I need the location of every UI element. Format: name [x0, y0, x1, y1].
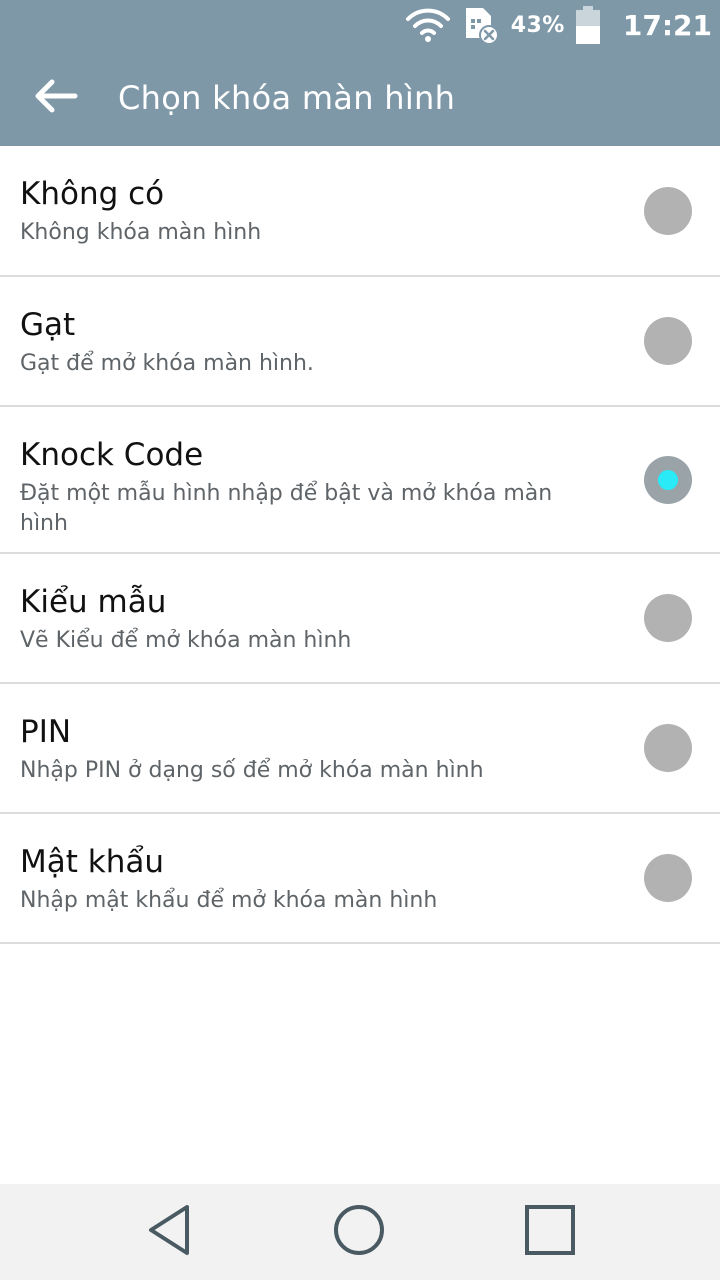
radio-selected-dot — [658, 469, 678, 490]
option-none[interactable]: Không có Không khóa màn hình — [0, 146, 720, 277]
radio-button[interactable] — [644, 317, 692, 365]
option-subtitle: Gạt để mở khóa màn hình. — [20, 351, 314, 376]
radio-button[interactable] — [644, 854, 692, 902]
screen: 43% 17:21 Chọn khóa màn hình Không có Kh… — [0, 0, 720, 1280]
wifi-icon — [405, 7, 451, 43]
recent-apps-square-icon — [524, 1204, 576, 1260]
option-pattern[interactable]: Kiểu mẫu Vẽ Kiểu để mở khóa màn hình — [0, 554, 720, 684]
battery-icon — [575, 5, 601, 45]
sim-no-service-icon — [461, 5, 501, 45]
navigation-bar — [0, 1184, 720, 1280]
radio-button[interactable] — [644, 186, 692, 235]
app-bar: Chọn khóa màn hình — [0, 50, 720, 146]
lock-options-list: Không có Không khóa màn hình Gạt Gạt để … — [0, 146, 720, 944]
battery-percent: 43% — [510, 12, 565, 38]
option-title: Gạt — [20, 307, 76, 343]
option-subtitle: Nhập PIN ở dạng số để mở khóa màn hình — [20, 758, 484, 783]
nav-home-button[interactable] — [299, 1184, 419, 1280]
radio-button-selected[interactable] — [644, 455, 692, 504]
back-button[interactable] — [0, 50, 112, 146]
option-subtitle: Nhập mật khẩu để mở khóa màn hình — [20, 888, 438, 913]
page-title: Chọn khóa màn hình — [118, 79, 456, 117]
option-subtitle: Vẽ Kiểu để mở khóa màn hình — [20, 628, 352, 653]
option-subtitle: Không khóa màn hình — [20, 220, 262, 245]
option-title: PIN — [20, 714, 72, 750]
nav-recent-apps-button[interactable] — [490, 1184, 610, 1280]
option-title: Kiểu mẫu — [20, 584, 167, 620]
option-title: Không có — [20, 176, 165, 212]
option-swipe[interactable]: Gạt Gạt để mở khóa màn hình. — [0, 277, 720, 407]
nav-back-button[interactable] — [110, 1184, 230, 1280]
option-pin[interactable]: PIN Nhập PIN ở dạng số để mở khóa màn hì… — [0, 684, 720, 814]
option-title: Knock Code — [20, 437, 204, 473]
status-bar: 43% 17:21 — [0, 0, 720, 50]
clock: 17:21 — [622, 8, 712, 42]
option-knock-code[interactable]: Knock Code Đặt một mẫu hình nhập để bật … — [0, 407, 720, 554]
option-title: Mật khẩu — [20, 844, 164, 880]
option-subtitle: Đặt một mẫu hình nhập để bật và mở khóa … — [20, 481, 553, 536]
home-circle-icon — [332, 1203, 386, 1261]
top-bar: 43% 17:21 Chọn khóa màn hình — [0, 0, 720, 146]
option-password[interactable]: Mật khẩu Nhập mật khẩu để mở khóa màn hì… — [0, 814, 720, 944]
arrow-left-icon — [33, 78, 79, 118]
radio-button[interactable] — [644, 724, 692, 772]
radio-button[interactable] — [644, 594, 692, 642]
status-icons: 43% 17:21 — [405, 0, 712, 50]
back-triangle-icon — [145, 1203, 195, 1261]
